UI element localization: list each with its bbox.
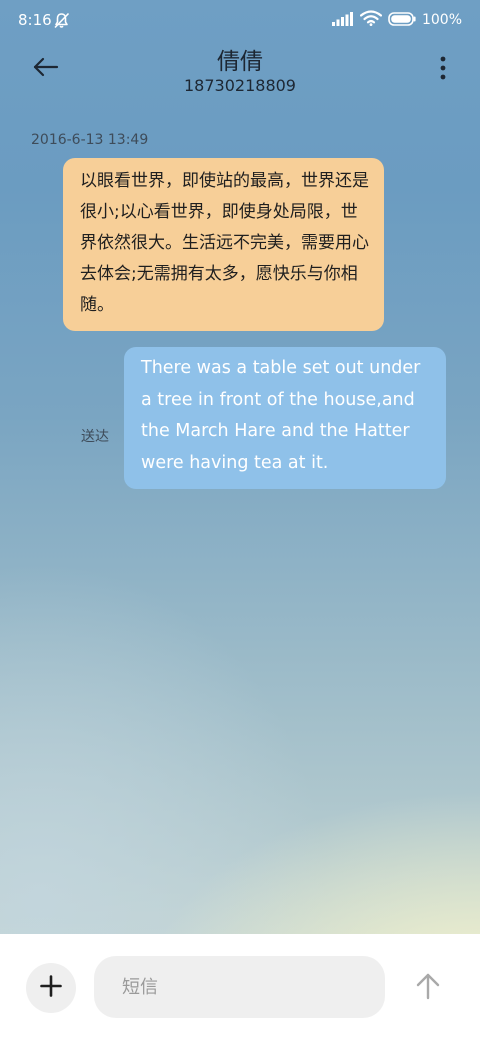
battery-percentage: 100% bbox=[421, 12, 462, 28]
compose-bar bbox=[0, 934, 480, 1040]
message-timestamp: 2016-6-13 13:49 bbox=[31, 132, 149, 148]
send-button[interactable] bbox=[410, 972, 446, 1004]
delivery-status: 送达 bbox=[81, 429, 109, 445]
outgoing-message-bubble[interactable]: There was a table set out under a tree i… bbox=[124, 347, 446, 489]
battery-icon bbox=[388, 11, 416, 30]
bell-muted-icon bbox=[53, 12, 70, 29]
status-bar: 8:16 100% bbox=[0, 0, 480, 40]
status-time: 8:16 bbox=[18, 11, 52, 29]
messaging-screen: 8:16 100% 倩倩 18730218809 2016-6-13 13:49… bbox=[0, 0, 480, 1040]
more-options-button[interactable] bbox=[436, 54, 450, 86]
incoming-message-bubble[interactable]: 以眼看世界，即使站的最高，世界还是很小;以心看世界，即使身处局限，世界依然很大。… bbox=[63, 158, 384, 331]
signal-icon bbox=[331, 11, 354, 30]
message-input[interactable] bbox=[94, 956, 385, 1018]
send-arrow-icon bbox=[415, 972, 441, 1004]
plus-icon bbox=[40, 975, 62, 1001]
contact-number: 18730218809 bbox=[184, 76, 296, 95]
add-attachment-button[interactable] bbox=[26, 963, 76, 1013]
more-vertical-icon bbox=[440, 56, 446, 84]
contact-name: 倩倩 bbox=[217, 49, 263, 75]
status-indicators: 100% bbox=[331, 10, 462, 30]
conversation-header: 倩倩 18730218809 bbox=[0, 40, 480, 102]
wifi-icon bbox=[359, 10, 383, 30]
